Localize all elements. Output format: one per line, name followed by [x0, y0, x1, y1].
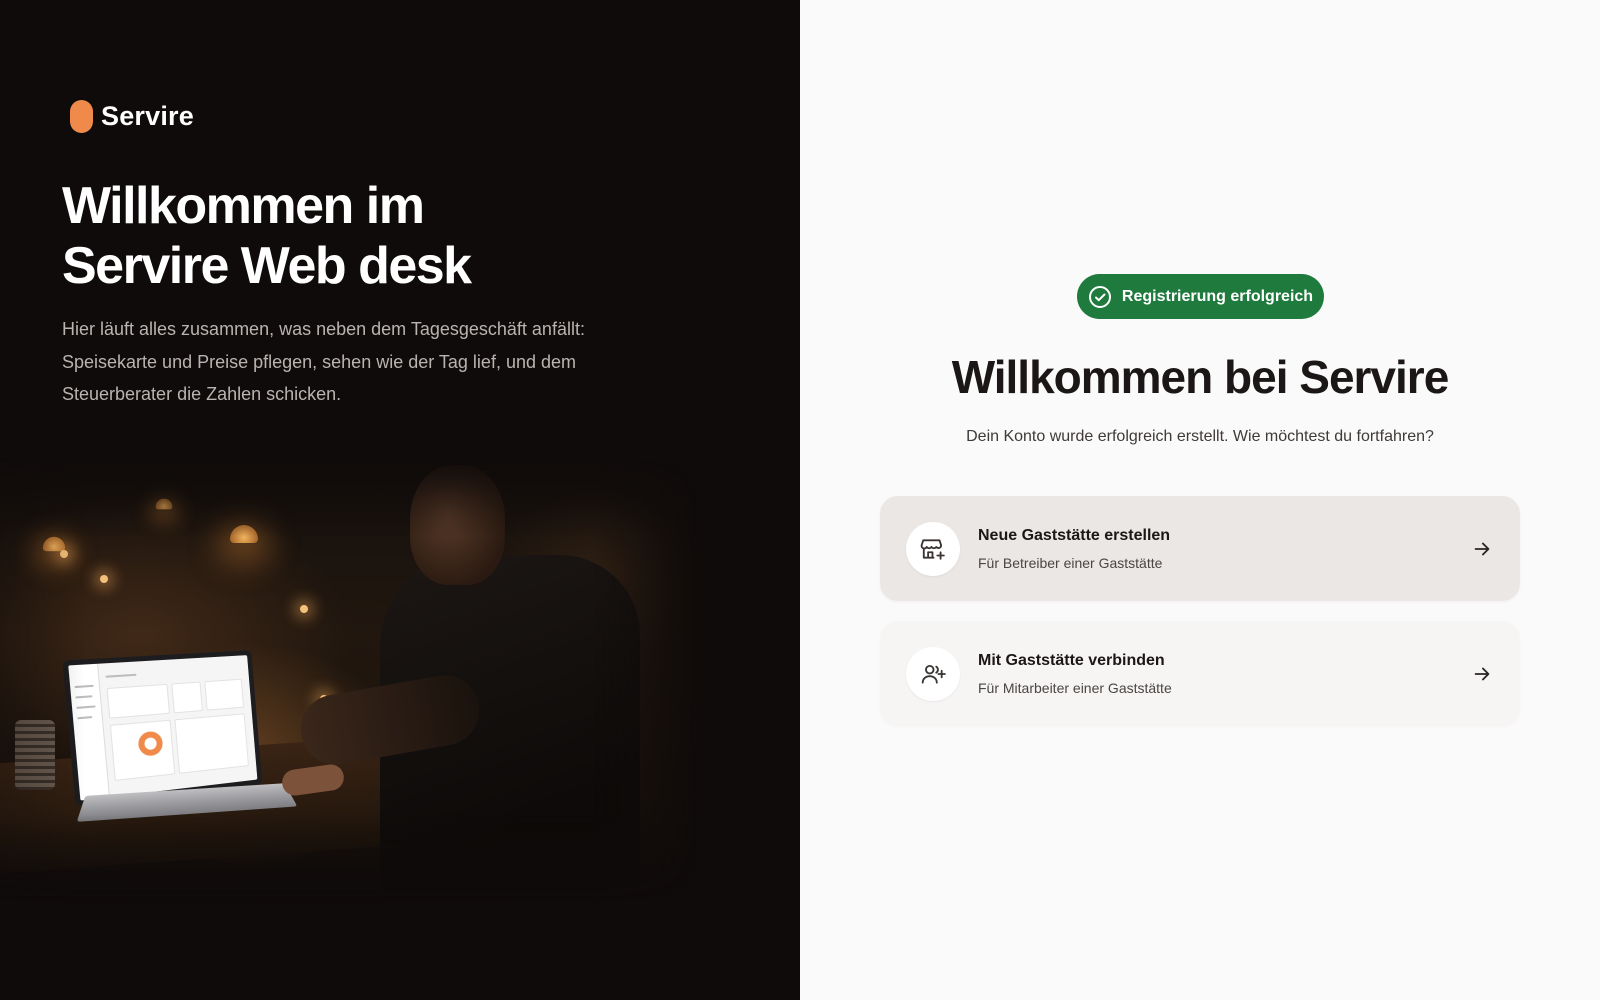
join-restaurant-title: Mit Gaststätte verbinden	[978, 651, 1165, 669]
create-restaurant-title: Neue Gaststätte erstellen	[978, 526, 1171, 544]
create-restaurant-option[interactable]: Neue Gaststätte erstellen Für Betreiber …	[880, 496, 1520, 601]
page-title: Willkommen bei Servire	[951, 351, 1450, 403]
hero-title-line1: Willkommen im	[62, 177, 425, 235]
status-badge-label: Registrierung erfolgreich	[1121, 287, 1314, 305]
hero-title-line2: Servire Web desk	[62, 237, 472, 295]
brand-logo: Servire	[70, 100, 194, 133]
arrow-right-icon	[1470, 662, 1494, 686]
store-plus-icon	[906, 521, 960, 576]
join-restaurant-description: Für Mitarbeiter einer Gaststätte	[978, 679, 1172, 696]
brand-name: Servire	[101, 101, 194, 131]
arrow-right-icon	[1470, 537, 1494, 561]
status-badge: Registrierung erfolgreich	[1077, 274, 1324, 319]
onboarding-panel: Registrierung erfolgreich Willkommen bei…	[800, 0, 1600, 1000]
join-restaurant-option[interactable]: Mit Gaststätte verbinden Für Mitarbeiter…	[880, 621, 1520, 726]
users-plus-icon	[906, 646, 960, 701]
hero-title: Willkommen im Servire Web desk	[62, 176, 662, 296]
check-circle-icon	[1088, 285, 1112, 309]
hero-description: Hier läuft alles zusammen, was neben dem…	[62, 319, 585, 404]
logo-mark-icon	[70, 100, 93, 133]
page-subtitle: Dein Konto wurde erfolgreich erstellt. W…	[966, 428, 1434, 445]
hero-photo	[0, 455, 700, 905]
create-restaurant-description: Für Betreiber einer Gaststätte	[978, 554, 1163, 571]
hero-panel: Servire Willkommen im Servire Web desk H…	[0, 0, 800, 1000]
